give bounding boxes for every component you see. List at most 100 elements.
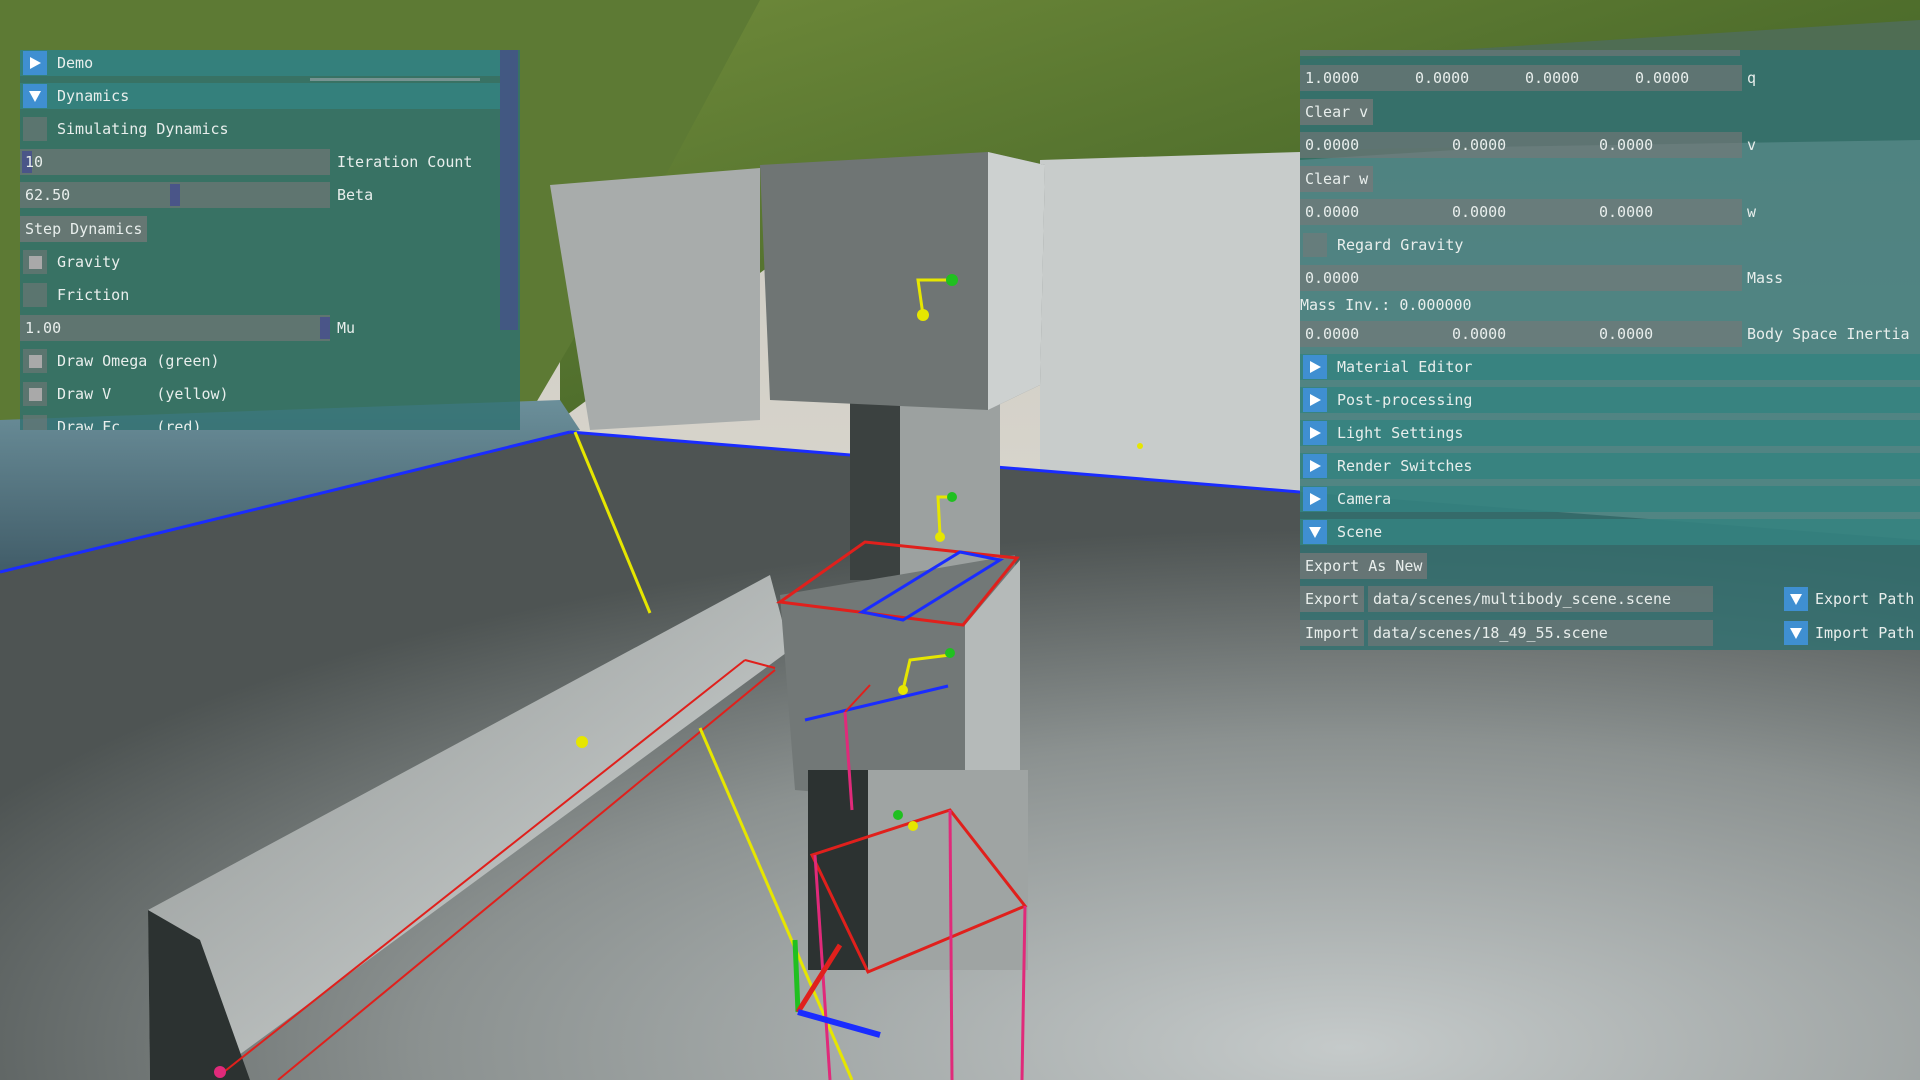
collapsed-arrow-icon (23, 51, 47, 75)
q-value-1: 1.0000 (1305, 69, 1360, 87)
section-label: Post-processing (1337, 391, 1473, 409)
beta-label: Beta (337, 186, 374, 204)
collapsed-arrow-icon (1303, 421, 1327, 445)
panel-scrollbar[interactable] (500, 50, 518, 330)
section-label: Render Switches (1337, 457, 1473, 475)
checkbox-icon (23, 283, 47, 307)
mu-slider[interactable]: 1.00 (20, 315, 330, 341)
chevron-down-icon (1790, 594, 1802, 605)
mu-label: Mu (337, 319, 356, 337)
export-path-input[interactable]: data/scenes/multibody_scene.scene (1368, 586, 1713, 612)
dynamics-panel: Demo Dynamics Simulating Dynamics 10 Ite… (20, 50, 520, 430)
export-path-label: Export Path (1815, 590, 1915, 608)
mu-value: 1.00 (25, 319, 62, 337)
v-value-3: 0.0000 (1599, 136, 1654, 154)
clipped-row (1300, 50, 1740, 56)
iteration-count-slider[interactable]: 10 (20, 149, 330, 175)
section-label: Scene (1337, 523, 1383, 541)
draw-omega-label: Draw Omega (green) (57, 352, 220, 370)
collapsed-arrow-icon (1303, 487, 1327, 511)
export-path-value: data/scenes/multibody_scene.scene (1373, 590, 1672, 608)
clear-w-button[interactable]: Clear w (1300, 166, 1374, 192)
w-label: w (1747, 203, 1757, 221)
draw-fc-checkbox[interactable]: Draw Fc (red) (20, 414, 202, 430)
simulating-dynamics-checkbox[interactable]: Simulating Dynamics (20, 116, 229, 142)
friction-label: Friction (57, 286, 130, 304)
inertia-field[interactable]: 0.0000 0.0000 0.0000 (1300, 321, 1742, 347)
export-button[interactable]: Export (1300, 586, 1365, 612)
q-label: q (1747, 69, 1757, 87)
w-field[interactable]: 0.0000 0.0000 0.0000 (1300, 199, 1742, 225)
dynamics-header-label: Dynamics (57, 87, 130, 105)
slider-grab[interactable] (320, 317, 330, 339)
w-value-3: 0.0000 (1599, 203, 1654, 221)
q-field[interactable]: 1.0000 0.0000 0.0000 0.0000 (1300, 65, 1742, 91)
section-post-processing[interactable]: Post-processing (1300, 387, 1920, 413)
draw-fc-label: Draw Fc (red) (57, 418, 202, 430)
checkbox-icon (1303, 233, 1327, 257)
gravity-label: Gravity (57, 253, 121, 271)
regard-gravity-label: Regard Gravity (1337, 236, 1464, 254)
import-button[interactable]: Import (1300, 620, 1365, 646)
section-label: Light Settings (1337, 424, 1464, 442)
friction-checkbox[interactable]: Friction (20, 282, 129, 308)
draw-v-label: Draw V (yellow) (57, 385, 229, 403)
v-value-2: 0.0000 (1452, 136, 1507, 154)
simulating-dynamics-label: Simulating Dynamics (57, 120, 229, 138)
section-label: Camera (1337, 490, 1392, 508)
collapsed-arrow-icon (1303, 388, 1327, 412)
import-path-dropdown[interactable] (1784, 621, 1808, 645)
checkbox-icon (23, 382, 47, 406)
q-value-4: 0.0000 (1635, 69, 1690, 87)
v-label: v (1747, 136, 1757, 154)
collapsed-arrow-icon (1303, 454, 1327, 478)
dynamics-header[interactable]: Dynamics (20, 83, 500, 109)
import-path-label: Import Path (1815, 624, 1915, 642)
export-as-new-button[interactable]: Export As New (1300, 553, 1428, 579)
chevron-down-icon (1790, 628, 1802, 639)
mass-inv-text: Mass Inv.: 0.000000 (1300, 296, 1472, 314)
slider-grab[interactable] (170, 184, 180, 206)
draw-omega-checkbox[interactable]: Draw Omega (green) (20, 348, 220, 374)
section-material-editor[interactable]: Material Editor (1300, 354, 1920, 380)
mass-field[interactable]: 0.0000 (1300, 265, 1742, 291)
inertia-value-2: 0.0000 (1452, 325, 1507, 343)
checkbox-icon (23, 415, 47, 430)
import-path-input[interactable]: data/scenes/18_49_55.scene (1368, 620, 1713, 646)
inertia-value-1: 0.0000 (1305, 325, 1360, 343)
section-scene[interactable]: Scene (1300, 519, 1920, 545)
clear-v-button[interactable]: Clear v (1300, 99, 1374, 125)
checkbox-icon (23, 250, 47, 274)
beta-value: 62.50 (25, 186, 71, 204)
progress-line (310, 78, 480, 81)
iteration-count-value: 10 (25, 153, 44, 171)
q-value-3: 0.0000 (1525, 69, 1580, 87)
expanded-arrow-icon (1303, 520, 1327, 544)
iteration-count-label: Iteration Count (337, 153, 473, 171)
section-label: Material Editor (1337, 358, 1473, 376)
demo-header[interactable]: Demo (20, 50, 500, 76)
section-camera[interactable]: Camera (1300, 486, 1920, 512)
collapsed-arrow-icon (1303, 355, 1327, 379)
beta-slider[interactable]: 62.50 (20, 182, 330, 208)
q-value-2: 0.0000 (1415, 69, 1470, 87)
w-value-2: 0.0000 (1452, 203, 1507, 221)
checkbox-icon (23, 117, 47, 141)
draw-v-checkbox[interactable]: Draw V (yellow) (20, 381, 229, 407)
mass-label: Mass (1747, 269, 1784, 287)
inertia-label: Body Space Inertia (1747, 325, 1910, 343)
import-path-value: data/scenes/18_49_55.scene (1373, 624, 1608, 642)
inertia-value-3: 0.0000 (1599, 325, 1654, 343)
gravity-checkbox[interactable]: Gravity (20, 249, 120, 275)
export-path-dropdown[interactable] (1784, 587, 1808, 611)
mass-value: 0.0000 (1305, 269, 1360, 287)
step-dynamics-button[interactable]: Step Dynamics (20, 216, 148, 242)
expanded-arrow-icon (23, 84, 47, 108)
section-light-settings[interactable]: Light Settings (1300, 420, 1920, 446)
demo-header-label: Demo (57, 54, 94, 72)
v-field[interactable]: 0.0000 0.0000 0.0000 (1300, 132, 1742, 158)
regard-gravity-checkbox[interactable]: Regard Gravity (1300, 232, 1463, 258)
w-value-1: 0.0000 (1305, 203, 1360, 221)
section-render-switches[interactable]: Render Switches (1300, 453, 1920, 479)
v-value-1: 0.0000 (1305, 136, 1360, 154)
